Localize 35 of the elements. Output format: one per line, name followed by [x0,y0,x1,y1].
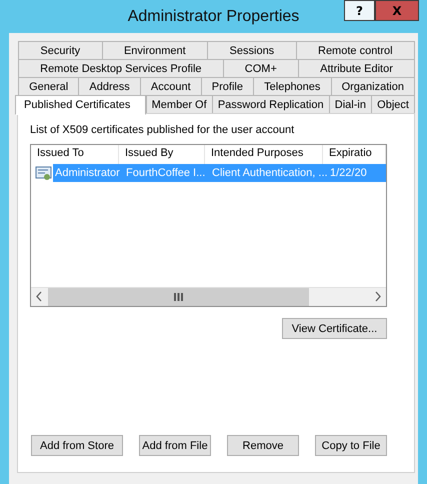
tab[interactable]: Object [371,95,416,114]
close-button[interactable]: X [375,0,419,21]
list-cell-text: Client Authentication, ... [211,167,325,179]
window-title: Administrator Properties [128,8,300,26]
tab[interactable]: Sessions [207,41,296,59]
tab[interactable]: Telephones [253,77,330,95]
action-button[interactable]: Remove [227,435,299,456]
description-text: List of X509 certificates published for the user account [30,124,296,136]
tab[interactable]: Profile [200,77,254,95]
tab[interactable]: Password Replication [212,95,329,114]
tab[interactable]: Published Certificates [15,95,146,115]
action-button[interactable]: Add from File [139,435,211,456]
scroll-thumb[interactable] [48,288,309,306]
tab[interactable]: Dial-in [328,95,372,114]
list-cell-text: 1/22/20 [329,167,368,179]
tab[interactable]: General [18,77,78,95]
tab[interactable]: Security [18,41,102,59]
tab[interactable]: Environment [102,41,208,59]
tab[interactable]: Organization [330,77,416,95]
tab[interactable]: Member Of [146,95,212,114]
tab[interactable]: Remote control [296,41,415,59]
horizontal-scrollbar[interactable] [31,287,386,306]
certificate-icon [35,165,53,181]
tab[interactable]: Attribute Editor [298,59,416,77]
view-certificate-button[interactable]: View Certificate... [282,318,387,339]
action-button[interactable]: Add from Store [31,435,123,456]
certificate-list[interactable]: Issued To Issued By Intended Purposes Expiratio Administrator FourthCoffee I... Client Authentication, ... 1/22/20 [30,144,387,307]
tab[interactable]: Account [140,77,201,95]
tab[interactable]: Remote Desktop Services Profile [18,59,223,77]
action-button[interactable]: Copy to File [315,435,387,456]
list-cell-text: FourthCoffee I... [125,167,206,179]
tab[interactable]: Address [78,77,140,95]
help-button[interactable]: ? [344,0,375,21]
tab[interactable]: COM+ [222,59,298,77]
list-cell-text: Administrator [54,167,121,179]
